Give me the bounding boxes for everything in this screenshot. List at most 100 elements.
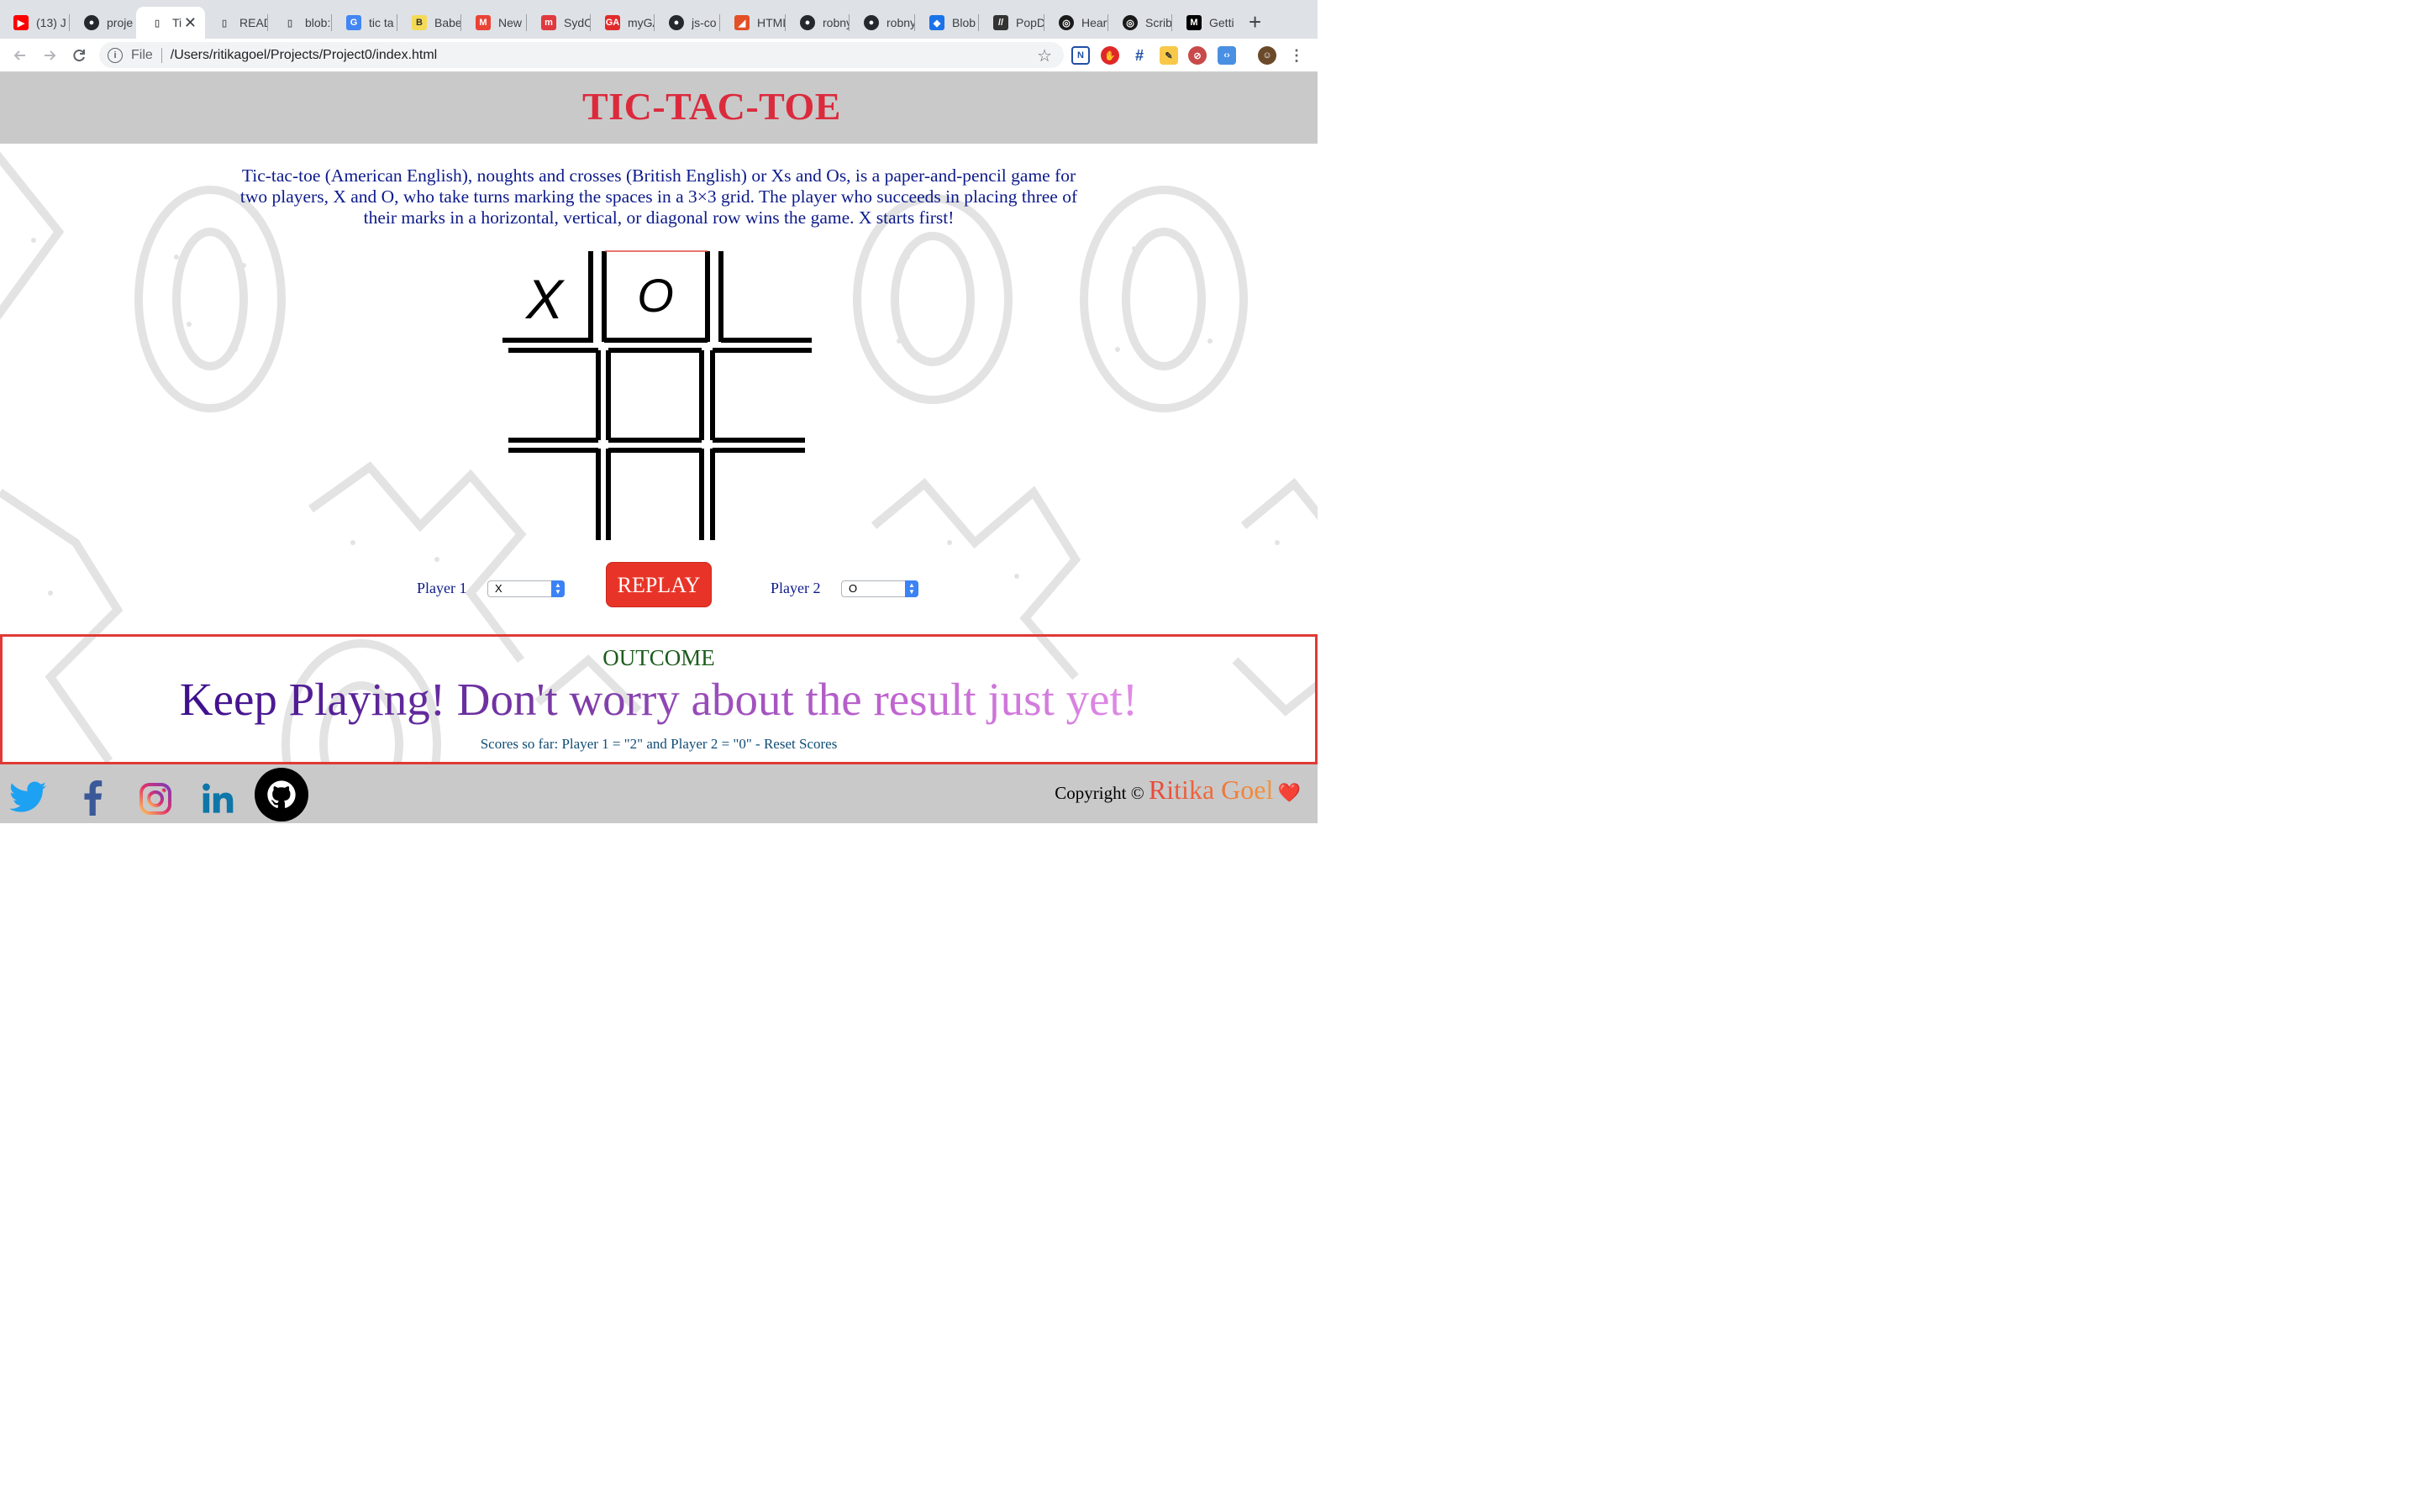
extension-note-icon[interactable]: ✎ <box>1160 46 1178 65</box>
board-cell[interactable] <box>498 451 591 538</box>
address-divider <box>160 47 162 63</box>
browser-tab[interactable]: ◎ Heart <box>1045 7 1107 39</box>
browser-tab-title: Ti <box>172 16 182 29</box>
extension-disable-icon[interactable]: ⊘ <box>1188 46 1207 65</box>
player1-select[interactable]: X ▲ ▼ <box>487 580 565 597</box>
github-icon: ● <box>84 15 99 30</box>
extension-shield-icon[interactable]: ✋ <box>1101 46 1119 65</box>
address-path: /Users/ritikagoel/Projects/Project0/inde… <box>170 47 438 62</box>
scribd-icon: ◎ <box>1123 15 1138 30</box>
browser-tab-title: (13) J <box>36 16 66 29</box>
browser-tab[interactable]: ◆ Blob <box>916 7 978 39</box>
browser-tab[interactable]: ● robny <box>850 7 914 39</box>
bookmark-star-icon[interactable]: ☆ <box>1037 45 1052 66</box>
browser-tab[interactable]: m SydC <box>528 7 590 39</box>
board-cell[interactable] <box>609 451 702 538</box>
browser-tab[interactable]: ▯ READ <box>203 7 267 39</box>
page-icon: ▯ <box>287 18 293 29</box>
browser-tab-title: Getti <box>1209 16 1234 29</box>
copyright-author[interactable]: Ritika Goel <box>1149 774 1273 805</box>
player2-select[interactable]: O ▲ ▼ <box>841 580 918 597</box>
browser-tab-title: tic ta <box>369 16 394 29</box>
arrow-left-icon <box>13 50 25 60</box>
browser-tab[interactable]: M New <box>462 7 526 39</box>
replay-button[interactable]: REPLAY <box>606 562 712 607</box>
browser-tab[interactable]: ● robny <box>786 7 849 39</box>
facebook-icon[interactable] <box>76 778 109 818</box>
extension-grid-icon[interactable]: # <box>1130 46 1149 65</box>
html-icon: ◢ <box>734 15 750 30</box>
select-arrows-icon: ▲ ▼ <box>905 580 918 597</box>
board-cell[interactable] <box>720 253 813 340</box>
browser-tab-title: Scrib <box>1145 16 1171 29</box>
tab-separator <box>785 14 786 31</box>
heart-icon: ❤️ <box>1277 782 1301 803</box>
outcome-message-text: Keep Playing! Don't worry about the resu… <box>179 674 1139 725</box>
close-tab-icon[interactable]: ✕ <box>184 14 197 32</box>
profile-avatar[interactable]: ☺ <box>1258 46 1276 65</box>
browser-tab[interactable]: GA myGA <box>592 7 654 39</box>
o-mark: O <box>637 269 674 322</box>
browser-tab-title: Babel <box>434 16 460 29</box>
browser-tab-title: Blob <box>952 16 976 29</box>
browser-tab-title: robny <box>886 16 914 29</box>
address-bar[interactable]: i File /Users/ritikagoel/Projects/Projec… <box>99 42 1064 68</box>
board-cell[interactable] <box>609 352 702 439</box>
github-icon: ● <box>800 15 815 30</box>
github-icon: ● <box>864 15 879 30</box>
popd-icon: // <box>993 15 1008 30</box>
board-cell[interactable] <box>498 352 591 439</box>
browser-tab-title: Heart <box>1081 16 1107 29</box>
board-cell[interactable] <box>720 352 813 439</box>
browser-tab[interactable]: M Getti <box>1173 7 1240 39</box>
address-scheme: File <box>131 47 153 62</box>
outcome-heading: OUTCOME <box>602 645 715 670</box>
tab-separator <box>914 14 915 31</box>
meetup-icon: m <box>541 15 556 30</box>
page-icon: ▯ <box>221 18 228 29</box>
browser-tab-title: SydC <box>564 16 590 29</box>
browser-tab[interactable]: // PopD <box>980 7 1044 39</box>
info-icon[interactable]: i <box>108 47 123 63</box>
instagram-icon[interactable] <box>136 780 175 818</box>
copyright-prefix: Copyright © <box>1055 783 1144 803</box>
twitter-icon[interactable] <box>8 778 49 818</box>
forward-button[interactable] <box>38 44 61 67</box>
extension-code-icon[interactable]: ‹› <box>1218 46 1236 65</box>
copyright: Copyright © Ritika Goel ❤️ <box>1055 774 1301 806</box>
browser-tab-title: myGA <box>628 16 654 29</box>
browser-menu-icon[interactable]: ⋮ <box>1287 46 1306 65</box>
tab-separator <box>267 14 268 31</box>
game-description: Tic-tac-toe (American English), noughts … <box>239 165 1078 228</box>
back-button[interactable] <box>8 44 32 67</box>
blob-icon: ◆ <box>929 15 944 30</box>
browser-tab[interactable]: ● proje <box>71 7 134 39</box>
browser-tab[interactable]: ▯ Ti ✕ <box>136 7 205 39</box>
browser-tab-title: HTML <box>757 16 785 29</box>
extension-n-icon[interactable]: N <box>1071 46 1090 65</box>
google-icon: G <box>346 15 361 30</box>
select-arrows-icon: ▲ ▼ <box>551 580 565 597</box>
tab-separator <box>460 14 461 31</box>
browser-tab-title: blob: <box>305 16 331 29</box>
browser-tab-title: READ <box>239 16 267 29</box>
browser-tab[interactable]: ◢ HTML <box>721 7 785 39</box>
browser-tab[interactable]: ▯ blob: <box>269 7 331 39</box>
browser-tab[interactable]: B Babel <box>398 7 460 39</box>
browser-tab[interactable]: Gtic ta <box>333 7 397 39</box>
scores-text[interactable]: Scores so far: Player 1 = "2" and Player… <box>0 736 1318 753</box>
browser-tab[interactable]: ▶ (13) J <box>0 7 67 39</box>
github-icon[interactable] <box>255 768 308 822</box>
player1-select-value: X <box>495 582 502 595</box>
browser-tab[interactable]: ◎ Scrib <box>1109 7 1171 39</box>
board-cell[interactable] <box>720 451 813 538</box>
tab-separator <box>849 14 850 31</box>
tab-separator <box>331 14 332 31</box>
browser-tab-title: New <box>498 16 523 29</box>
tab-separator <box>654 14 655 31</box>
player2-label: Player 2 <box>771 580 821 596</box>
reload-button[interactable] <box>67 44 91 67</box>
new-tab-button[interactable]: + <box>1249 10 1261 34</box>
linkedin-icon[interactable] <box>198 780 239 818</box>
browser-tab[interactable]: ● js-co <box>655 7 719 39</box>
